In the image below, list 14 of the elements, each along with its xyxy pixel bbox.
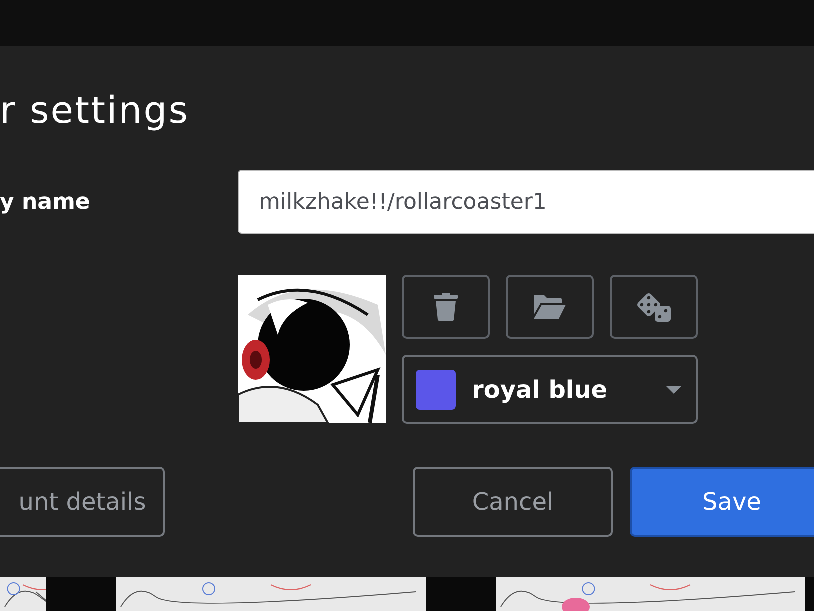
name-field[interactable]: milkzhake!!/rollarcoaster1 <box>238 170 814 234</box>
trash-icon <box>434 293 458 321</box>
dice-icon <box>636 292 672 322</box>
caret-icon <box>666 386 682 394</box>
save-button[interactable]: Save <box>630 467 814 537</box>
open-button[interactable] <box>506 275 594 339</box>
cancel-button[interactable]: Cancel <box>413 467 613 537</box>
delete-button[interactable] <box>402 275 490 339</box>
color-dropdown[interactable]: royal blue <box>402 355 698 424</box>
folder-icon <box>534 295 566 319</box>
dialog-title: r settings <box>0 88 191 134</box>
account-details-button[interactable]: unt details <box>0 467 165 537</box>
random-button[interactable] <box>610 275 698 339</box>
field-label: y name <box>0 190 92 214</box>
